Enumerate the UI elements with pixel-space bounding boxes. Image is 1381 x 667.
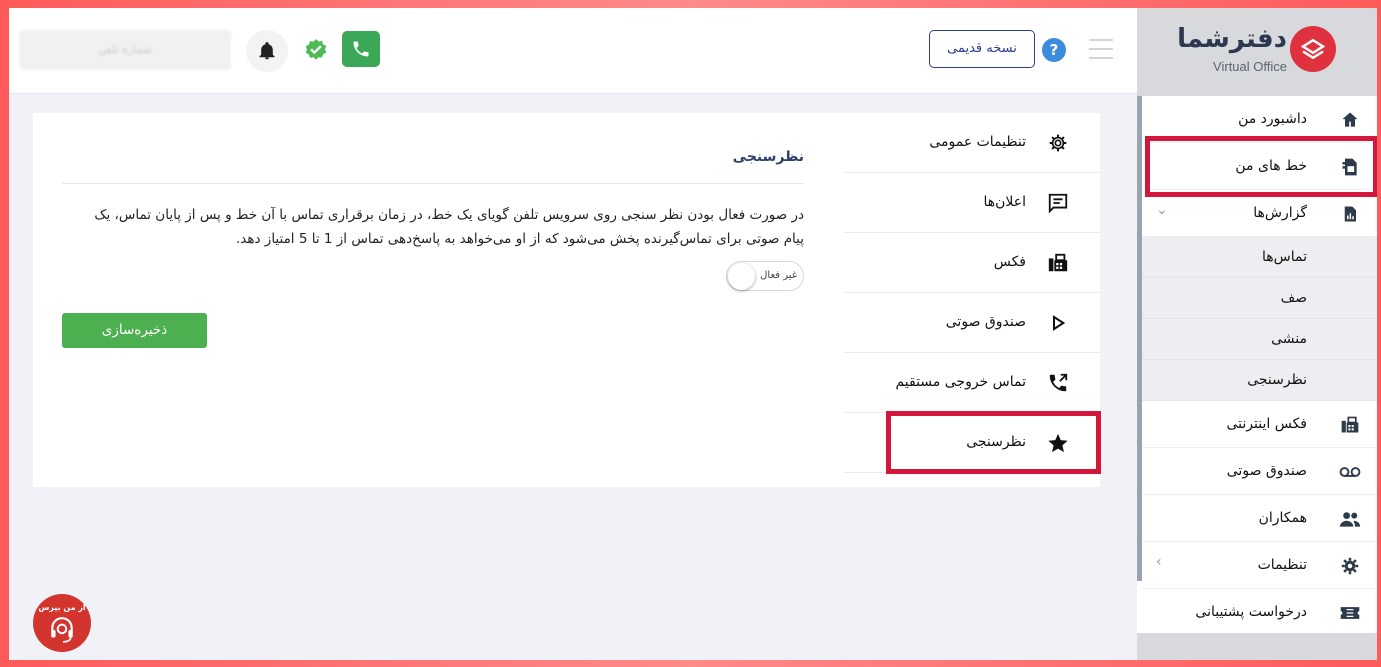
panel-title: نظرسنجی (732, 149, 804, 165)
sidebar-item-reports[interactable]: گزارش‌ها ⌄ (1142, 190, 1377, 237)
settings-nav-direct-outgoing[interactable]: تماس خروجی مستقیم (844, 353, 1100, 413)
sidebar-item-label: صندوق صوتی (1226, 463, 1307, 479)
sidebar-subitem-calls[interactable]: تماس‌ها (1142, 237, 1377, 278)
panel-description: در صورت فعال بودن نظر سنجی روی سرویس تلف… (94, 207, 804, 247)
ticket-icon (1339, 602, 1361, 624)
settings-nav-label: تنظیمات عمومی (929, 134, 1026, 150)
sidebar-item-settings[interactable]: تنظیمات ‹ (1142, 542, 1377, 589)
sidebar-subitem-queue[interactable]: صف (1142, 278, 1377, 319)
verified-icon (305, 39, 327, 60)
brand-subtitle: Virtual Office (1213, 59, 1287, 74)
brand-logo-icon (1290, 26, 1336, 72)
sidebar-item-label: درخواست پشتیبانی (1195, 604, 1307, 620)
settings-nav-notifications[interactable]: اعلان‌ها (844, 173, 1100, 233)
highlight-box-my-lines (1145, 136, 1377, 197)
settings-nav-label: فکس (993, 254, 1026, 270)
app-window: شماره تلفن نسخه قدیمی ? تنظیمات عمومی اع… (9, 8, 1377, 660)
headset-icon (51, 617, 73, 643)
sidebar-item-internet-fax[interactable]: فکس اینترنتی (1142, 401, 1377, 448)
settings-nav-fax[interactable]: فکس (844, 233, 1100, 293)
sidebar-subitem-label: صف (1280, 290, 1307, 306)
message-icon (1046, 191, 1070, 215)
chevron-down-icon[interactable]: ⌄ (1156, 202, 1168, 218)
settings-nav-label: اعلان‌ها (983, 194, 1026, 210)
old-version-button[interactable]: نسخه قدیمی (929, 30, 1035, 68)
sidebar-item-label: فکس اینترنتی (1226, 416, 1307, 432)
top-header: شماره تلفن نسخه قدیمی ? (9, 8, 1137, 94)
sidebar-item-voicemail[interactable]: صندوق صوتی (1142, 448, 1377, 495)
sidebar-subitem-survey[interactable]: نظرسنجی (1142, 360, 1377, 401)
sidebar-item-label: تنظیمات (1257, 557, 1307, 573)
survey-toggle[interactable]: غیر فعال (726, 261, 804, 291)
settings-nav-general[interactable]: تنظیمات عمومی (844, 113, 1100, 173)
help-icon[interactable]: ? (1042, 38, 1066, 62)
sidebar-item-colleagues[interactable]: همکاران (1142, 495, 1377, 542)
support-fab-label: از من بپرس (38, 603, 86, 612)
settings-nav-label: صندوق صوتی (945, 314, 1026, 330)
verified-badge (302, 37, 330, 65)
logo-area: دفترشما Virtual Office (1137, 8, 1377, 96)
sidebar-footer (1137, 633, 1377, 660)
highlight-box-survey (886, 411, 1101, 474)
toggle-label: غیر فعال (760, 270, 797, 281)
outgoing-call-icon (1046, 371, 1070, 395)
bell-icon (259, 42, 275, 60)
sidebar-item-label: همکاران (1258, 510, 1307, 526)
gear-icon (1339, 555, 1361, 577)
notifications-button[interactable] (246, 30, 288, 72)
people-icon (1339, 508, 1361, 530)
voicemail-icon (1339, 461, 1361, 483)
brand-name: دفترشما (1177, 24, 1287, 54)
play-icon (1046, 311, 1070, 335)
fax-icon (1339, 414, 1361, 436)
home-icon (1339, 109, 1361, 131)
sidebar-subitem-secretary[interactable]: منشی (1142, 319, 1377, 360)
ask-me-support-button[interactable]: از من بپرس (33, 594, 91, 652)
save-button[interactable]: ذخیره‌سازی (62, 313, 207, 348)
blurred-phone-number: شماره تلفن (19, 30, 231, 70)
report-icon (1339, 203, 1361, 225)
sidebar: دفترشما Virtual Office داشبورد من خط های… (1137, 8, 1377, 660)
sidebar-subitem-label: تماس‌ها (1262, 249, 1307, 265)
fax-icon (1046, 251, 1070, 275)
panel-divider (62, 183, 804, 184)
phone-icon (353, 41, 369, 57)
settings-nav-voicemail[interactable]: صندوق صوتی (844, 293, 1100, 353)
sidebar-subitem-label: نظرسنجی (1247, 372, 1307, 388)
phone-button[interactable] (342, 31, 380, 67)
chevron-left-icon[interactable]: ‹ (1156, 554, 1162, 570)
hamburger-menu-icon[interactable] (1089, 39, 1113, 59)
sidebar-item-support-request[interactable]: درخواست پشتیبانی (1142, 589, 1377, 636)
sidebar-subitem-label: منشی (1271, 331, 1307, 347)
settings-nav-label: تماس خروجی مستقیم (895, 374, 1026, 390)
sidebar-item-label: گزارش‌ها (1253, 205, 1307, 221)
toggle-knob (728, 263, 755, 290)
gear-icon (1046, 131, 1070, 155)
